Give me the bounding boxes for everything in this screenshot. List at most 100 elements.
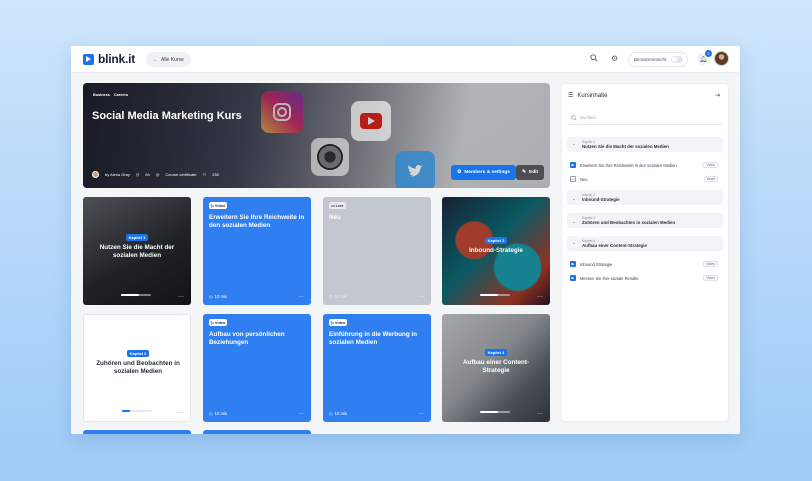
- sidebar-lesson-item[interactable]: ▶ Messen Sie Ihre soziale Rendite Video: [570, 273, 720, 283]
- section-title: Inbound-Strategie: [582, 197, 620, 202]
- logo-text: blink.it: [98, 52, 136, 66]
- lesson-title: Aufbau von persönlichen Beziehungen: [209, 331, 285, 346]
- sidebar-section-4[interactable]: ⌃ Kapitel 4 Aufbau einer Content-Strateg…: [567, 236, 723, 251]
- video-tag: ▷ Video: [329, 319, 348, 326]
- document-icon: ▭: [331, 204, 335, 208]
- more-options-icon[interactable]: ···: [537, 411, 543, 417]
- user-view-toggle[interactable]: Benutzeransicht: [628, 52, 688, 67]
- clock-icon: ◷: [329, 294, 333, 299]
- clock-icon: ◷: [209, 411, 213, 416]
- chapter-title: Zuhören und Beobachten in sozialen Medie…: [96, 360, 180, 375]
- sidebar-search-input[interactable]: Suchen...: [568, 111, 722, 125]
- chevron-down-icon[interactable]: ⌄: [572, 196, 576, 202]
- play-icon: ▷: [211, 321, 214, 325]
- clock-icon: ◷: [209, 294, 213, 299]
- avatar[interactable]: [714, 51, 729, 66]
- members-settings-label: Members & settings: [464, 170, 510, 175]
- logo-icon: [83, 53, 94, 65]
- lesson-title: Erweitern Sie Ihre Reichweite in den soz…: [209, 214, 305, 229]
- logo[interactable]: blink.it: [83, 52, 135, 66]
- clock-icon: ◷: [329, 411, 333, 416]
- search-icon[interactable]: [590, 54, 598, 65]
- sidebar-section-1[interactable]: ⌃ Kapitel 1 Nutzen Sie die Macht der soz…: [567, 137, 723, 152]
- course-certificate: Course certificate: [165, 172, 197, 177]
- search-placeholder: Suchen...: [580, 115, 599, 120]
- lesson-kind: Inhalt: [703, 176, 718, 182]
- more-options-icon[interactable]: ···: [418, 294, 424, 300]
- toggle-switch[interactable]: [671, 56, 683, 63]
- document-icon: ▭: [570, 176, 576, 182]
- back-to-courses-button[interactable]: ← Alle Kurse: [146, 52, 191, 67]
- sidebar-section-3[interactable]: ⌄ Kapitel 3 Zuhören und Beobachten in so…: [567, 213, 723, 228]
- lesson-card-2[interactable]: ▷ Video Erweitern Sie Ihre Reichweite in…: [203, 197, 311, 305]
- lesson-card-10[interactable]: [203, 430, 311, 434]
- chapter-card-1[interactable]: Kapitel 1 Nutzen Sie die Macht der sozia…: [83, 197, 191, 305]
- chapter-badge: Kapitel 1: [125, 234, 149, 241]
- tag-careers[interactable]: Careers: [114, 93, 128, 97]
- video-tag: ▷ Video: [209, 319, 228, 326]
- type-label: Leer: [335, 203, 344, 208]
- chapter-header: Kapitel 1 Nutzen Sie die Macht der sozia…: [83, 234, 191, 260]
- progress-bar: [122, 410, 152, 412]
- app-window: blink.it ← Alle Kurse ⚙ Benutzeransicht …: [71, 46, 740, 434]
- chevron-down-icon[interactable]: ⌄: [572, 219, 576, 225]
- chapter-badge: Kapitel 2: [484, 237, 508, 244]
- edit-label: Edit: [529, 170, 539, 175]
- chapter-badge: Kapitel 3: [126, 350, 150, 357]
- play-icon: ▶: [570, 162, 576, 168]
- sidebar-lesson-item[interactable]: ▭ Neu Inhalt: [570, 174, 720, 184]
- more-options-icon[interactable]: ···: [178, 294, 184, 300]
- play-icon: ▷: [331, 321, 334, 325]
- course-hero: Business Careers Social Media Marketing …: [83, 83, 550, 188]
- more-options-icon[interactable]: ···: [298, 411, 304, 417]
- more-options-icon[interactable]: ···: [177, 410, 183, 416]
- sidebar-section-2[interactable]: ⌄ Kapitel 2 Inbound-Strategie: [567, 190, 723, 205]
- chevron-up-icon[interactable]: ⌃: [572, 242, 576, 248]
- course-duration: 6h: [145, 172, 150, 177]
- sidebar-lesson-item[interactable]: ▶ Inbound Strategie Video: [570, 259, 720, 269]
- collapse-icon[interactable]: ⇥: [715, 92, 720, 99]
- more-options-icon[interactable]: ···: [537, 294, 543, 300]
- gear-icon[interactable]: ⚙: [611, 54, 618, 64]
- author-name: by Alexa Gray: [105, 172, 130, 177]
- lesson-card-9[interactable]: [83, 430, 191, 434]
- more-options-icon[interactable]: ···: [418, 411, 424, 417]
- hero-tags: Business Careers: [93, 93, 128, 97]
- play-icon: ▶: [570, 275, 576, 281]
- chapter-card-4[interactable]: Kapitel 4 Aufbau einer Content-Strategie…: [442, 314, 550, 422]
- lesson-duration: ◷ 10 min: [209, 411, 227, 416]
- chapter-title: Nutzen Sie die Macht der sozialen Medien: [99, 244, 175, 259]
- tag-business[interactable]: Business: [93, 93, 110, 97]
- sidebar-header: ☰ Kursinhalte: [568, 92, 607, 100]
- lesson-kind: Video: [703, 162, 718, 168]
- members-settings-button[interactable]: ⚙ Members & settings: [451, 165, 516, 180]
- pencil-icon: ✎: [522, 170, 527, 175]
- type-label: Video: [214, 203, 226, 208]
- edit-button[interactable]: ✎ Edit: [516, 165, 545, 180]
- progress-bar: [121, 294, 151, 296]
- lesson-card-3[interactable]: ▭ Leer Neu ◷ 10 min ···: [323, 197, 431, 305]
- top-bar: blink.it ← Alle Kurse ⚙ Benutzeransicht …: [71, 46, 740, 73]
- gear-icon: ⚙: [457, 170, 462, 175]
- chapter-badge: Kapitel 4: [484, 349, 508, 356]
- arrow-left-icon: ←: [153, 56, 158, 63]
- lesson-duration: ◷ 10 min: [329, 294, 347, 299]
- more-options-icon[interactable]: ···: [298, 294, 304, 300]
- course-title: Social Media Marketing Kurs: [92, 110, 242, 122]
- progress-bar: [480, 411, 510, 413]
- users-icon: ⚇: [202, 172, 207, 177]
- duration-label: 10 min: [214, 411, 228, 416]
- lesson-card-6[interactable]: ▷ Video Aufbau von persönlichen Beziehun…: [203, 314, 311, 422]
- lesson-card-7[interactable]: ▷ Video Einführung in die Werbung in soz…: [323, 314, 431, 422]
- clock-icon: ◷: [135, 172, 140, 177]
- chapter-header: Kapitel 2 Inbound-Strategie: [442, 237, 550, 255]
- chevron-up-icon[interactable]: ⌃: [572, 143, 576, 149]
- section-title: Zuhören und Beobachten in sozialen Medie…: [582, 220, 676, 225]
- user-view-label: Benutzeransicht: [634, 57, 667, 62]
- lesson-title: Neu: [329, 214, 341, 221]
- chapter-card-3[interactable]: Kapitel 3 Zuhören und Beobachten in sozi…: [83, 314, 191, 422]
- back-button-label: Alle Kurse: [161, 56, 184, 63]
- sidebar-lesson-item[interactable]: ▶ Erweitern Sie Ihre Reichweite in den s…: [570, 160, 720, 170]
- chapter-card-2[interactable]: Kapitel 2 Inbound-Strategie ···: [442, 197, 550, 305]
- lesson-duration: ◷ 10 min: [209, 294, 227, 299]
